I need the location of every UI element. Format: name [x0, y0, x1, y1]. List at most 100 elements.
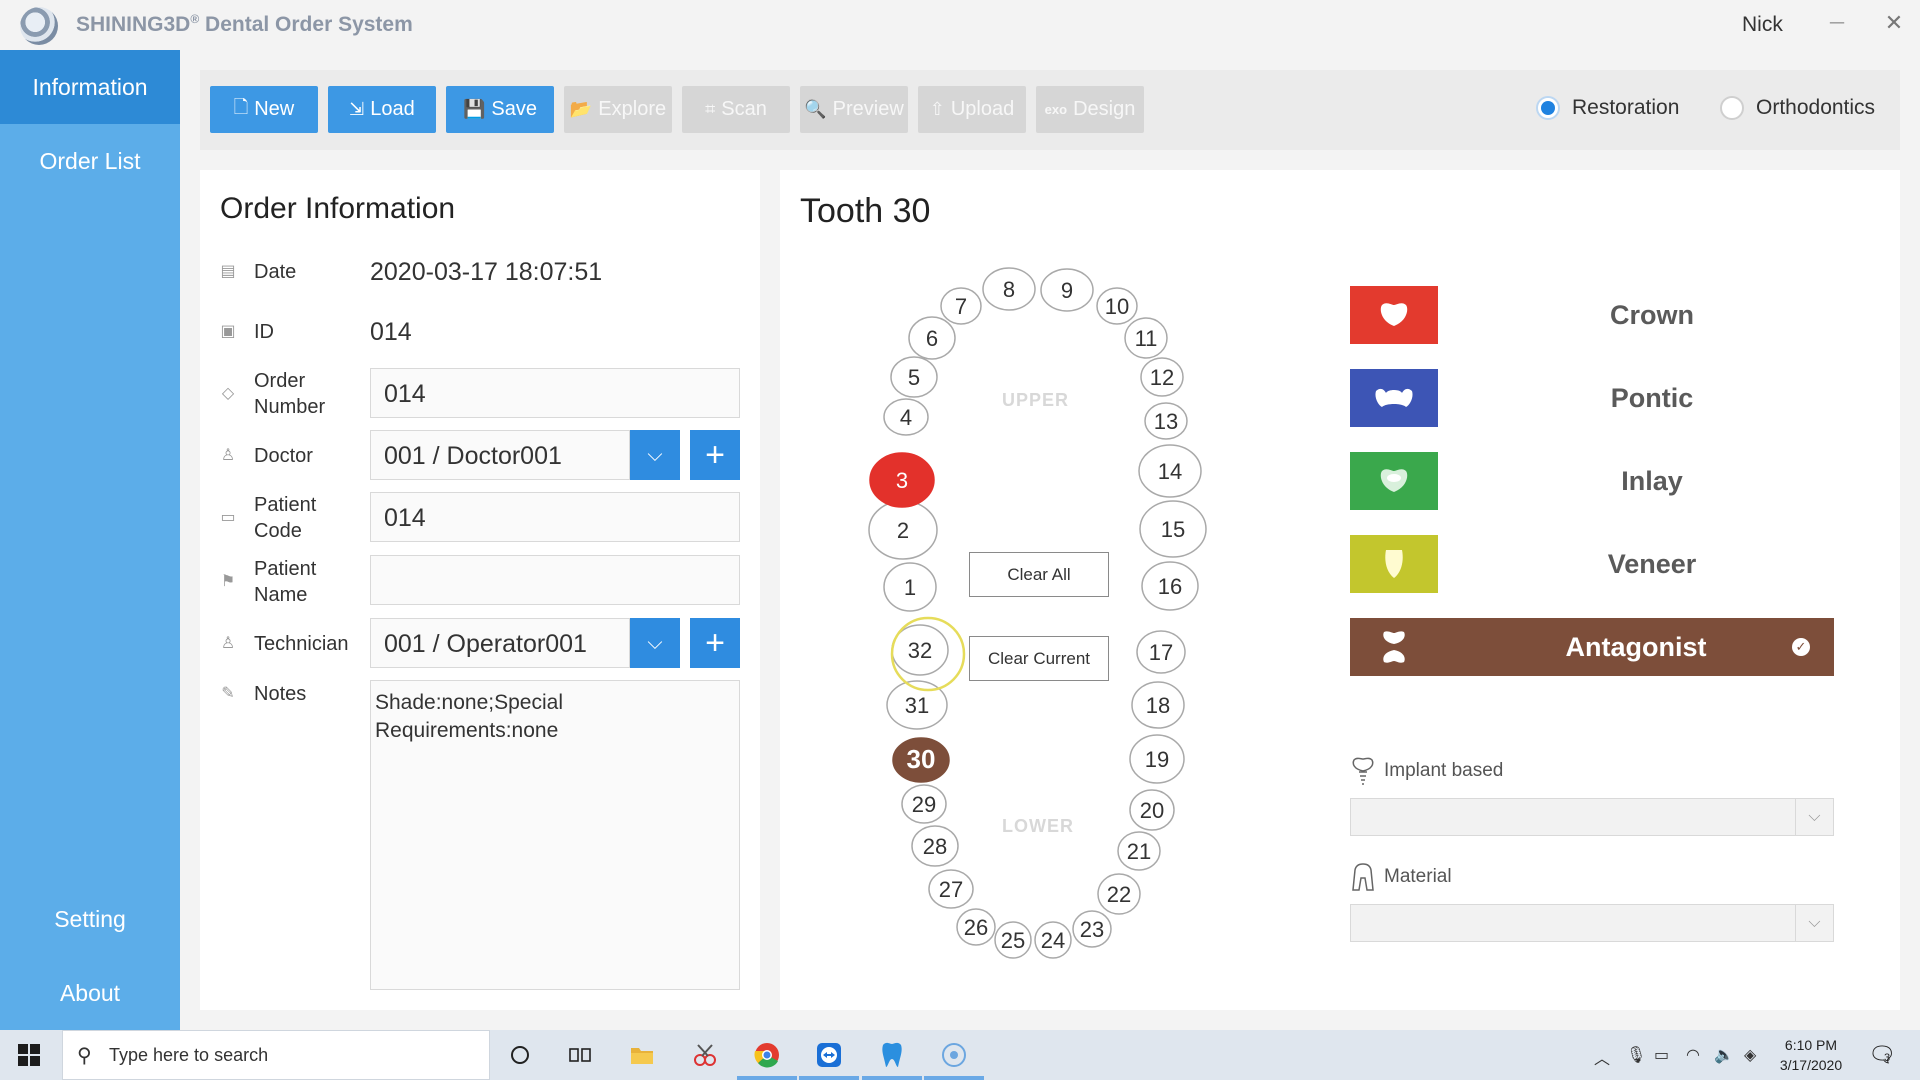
preview-button[interactable]: 🔍 Preview: [800, 86, 908, 133]
order-number-label: Order Number: [254, 370, 326, 418]
close-icon[interactable]: ✕: [1880, 8, 1908, 38]
tooth-23[interactable]: 23: [1072, 910, 1112, 948]
snipping-tool-icon[interactable]: [690, 1040, 720, 1070]
explore-button[interactable]: 📂 Explore: [564, 86, 672, 133]
chevron-down-icon: ⌵: [1795, 905, 1833, 941]
clear-all-button[interactable]: Clear All: [969, 552, 1109, 597]
chrome-icon[interactable]: [752, 1040, 782, 1070]
upload-button[interactable]: ⇧ Upload: [918, 86, 1026, 133]
tooth-3[interactable]: 3: [869, 452, 935, 508]
tooth-number: 22: [1107, 882, 1131, 907]
minimize-icon[interactable]: ─: [1826, 8, 1848, 38]
system-clock[interactable]: 6:10 PM 3/17/2020: [1776, 1035, 1846, 1075]
material-select-arrow[interactable]: ⌵: [1350, 904, 1834, 942]
restoration-radio[interactable]: Restoration: [1536, 96, 1679, 120]
tooth-18[interactable]: 18: [1131, 681, 1185, 729]
tooth-13[interactable]: 13: [1144, 402, 1188, 440]
tray-chevron-icon[interactable]: ︿: [1594, 1045, 1610, 1069]
tooth-6[interactable]: 6: [908, 316, 956, 360]
tooth-1[interactable]: 1: [883, 562, 937, 612]
patient-code-label: Patient Code: [254, 494, 317, 542]
new-button[interactable]: 🗋 New: [210, 86, 318, 133]
tooth-19[interactable]: 19: [1129, 734, 1185, 784]
add-technician-button[interactable]: +: [690, 618, 740, 668]
toolbar: 🗋 New ⇲ Load 💾 Save 📂 Explore ⌗ Scan 🔍 P…: [200, 70, 1900, 150]
recorder-icon[interactable]: [939, 1040, 969, 1070]
windows-start-icon[interactable]: [18, 1044, 40, 1066]
tooth-27[interactable]: 27: [928, 869, 974, 909]
notification-icon[interactable]: 🗨 3: [1868, 1042, 1896, 1068]
technician-dropdown-button[interactable]: ⌵: [630, 618, 680, 668]
clear-current-button[interactable]: Clear Current: [969, 636, 1109, 681]
notes-textarea[interactable]: Shade:none;Special Requirements:none: [370, 680, 740, 990]
save-button[interactable]: 💾 Save: [446, 86, 554, 133]
pontic-option[interactable]: Pontic: [1350, 369, 1834, 427]
order-number-input[interactable]: 014: [370, 368, 740, 418]
dental-app-icon[interactable]: [877, 1040, 907, 1070]
tooth-4[interactable]: 4: [883, 398, 929, 436]
tooth-25[interactable]: 25: [994, 921, 1032, 959]
scan-button[interactable]: ⌗ Scan: [682, 86, 790, 133]
dropbox-icon[interactable]: ◈: [1744, 1045, 1756, 1065]
tooth-14[interactable]: 14: [1138, 444, 1202, 498]
tooth-15[interactable]: 15: [1139, 500, 1207, 558]
inlay-option[interactable]: Inlay: [1350, 452, 1834, 510]
design-button[interactable]: exo Design: [1036, 86, 1144, 133]
chevron-down-icon: ⌵: [647, 631, 663, 654]
tooth-11[interactable]: 11: [1124, 317, 1168, 359]
tooth-2[interactable]: 2: [868, 500, 938, 560]
tooth-17[interactable]: 17: [1136, 630, 1186, 674]
tooth-24[interactable]: 24: [1034, 921, 1072, 959]
load-button[interactable]: ⇲ Load: [328, 86, 436, 133]
tooth-7[interactable]: 7: [940, 287, 982, 325]
teamviewer-icon[interactable]: [814, 1040, 844, 1070]
crown-option[interactable]: Crown: [1350, 286, 1834, 344]
tooth-16[interactable]: 16: [1141, 561, 1199, 611]
sidebar-item-setting[interactable]: Setting: [0, 882, 180, 956]
id-card-icon: ▣: [220, 323, 236, 340]
check-icon: ✓: [1792, 638, 1810, 656]
tooth-10[interactable]: 10: [1096, 287, 1138, 325]
technician-select[interactable]: 001 / Operator001: [370, 618, 630, 668]
volume-icon[interactable]: 🔈: [1714, 1045, 1734, 1065]
tooth-number: 15: [1161, 517, 1185, 542]
tooth-26[interactable]: 26: [956, 908, 996, 946]
tooth-29[interactable]: 29: [901, 784, 947, 824]
wifi-icon[interactable]: ◠: [1686, 1045, 1700, 1065]
upper-arch-label: UPPER: [1002, 390, 1070, 410]
cortana-icon[interactable]: [505, 1040, 535, 1070]
title-bar: SHINING3D® Dental Order System Nick ─ ✕: [0, 0, 1920, 50]
tooth-8[interactable]: 8: [982, 267, 1036, 311]
tooth-28[interactable]: 28: [911, 825, 959, 867]
tooth-20[interactable]: 20: [1129, 789, 1175, 831]
doctor-select[interactable]: 001 / Doctor001: [370, 430, 630, 480]
veneer-label: Veneer: [1607, 549, 1697, 579]
tooth-12[interactable]: 12: [1140, 357, 1184, 397]
add-doctor-button[interactable]: +: [690, 430, 740, 480]
tooth-5[interactable]: 5: [890, 356, 938, 398]
tooth-21[interactable]: 21: [1117, 831, 1161, 871]
antagonist-option[interactable]: Antagonist ✓: [1350, 618, 1834, 676]
taskbar-search-input[interactable]: ⚲ Type here to search: [62, 1030, 490, 1080]
battery-icon[interactable]: ▭: [1654, 1045, 1669, 1065]
doctor-icon: ♙: [220, 447, 236, 464]
preview-icon: 🔍: [804, 99, 827, 119]
sidebar-item-about[interactable]: About: [0, 956, 180, 1030]
implant-based-select-arrow[interactable]: ⌵: [1350, 798, 1834, 836]
tooth-9[interactable]: 9: [1040, 268, 1094, 312]
tooth-30[interactable]: 30: [892, 737, 950, 783]
file-explorer-icon[interactable]: [627, 1040, 657, 1070]
calendar-icon: ▤: [220, 263, 236, 280]
sidebar-item-order-list[interactable]: Order List: [0, 124, 180, 198]
task-view-icon[interactable]: [565, 1040, 595, 1070]
microphone-icon[interactable]: 🎙: [1626, 1045, 1646, 1065]
tooth-22[interactable]: 22: [1097, 873, 1141, 915]
user-name[interactable]: Nick: [1742, 13, 1783, 37]
doctor-dropdown-button[interactable]: ⌵: [630, 430, 680, 480]
orthodontics-radio[interactable]: Orthodontics: [1720, 96, 1875, 120]
tooth-number: 10: [1105, 294, 1129, 319]
patient-name-input[interactable]: [370, 555, 740, 605]
veneer-option[interactable]: Veneer: [1350, 535, 1834, 593]
sidebar-item-information[interactable]: Information: [0, 50, 180, 124]
patient-code-input[interactable]: 014: [370, 492, 740, 542]
